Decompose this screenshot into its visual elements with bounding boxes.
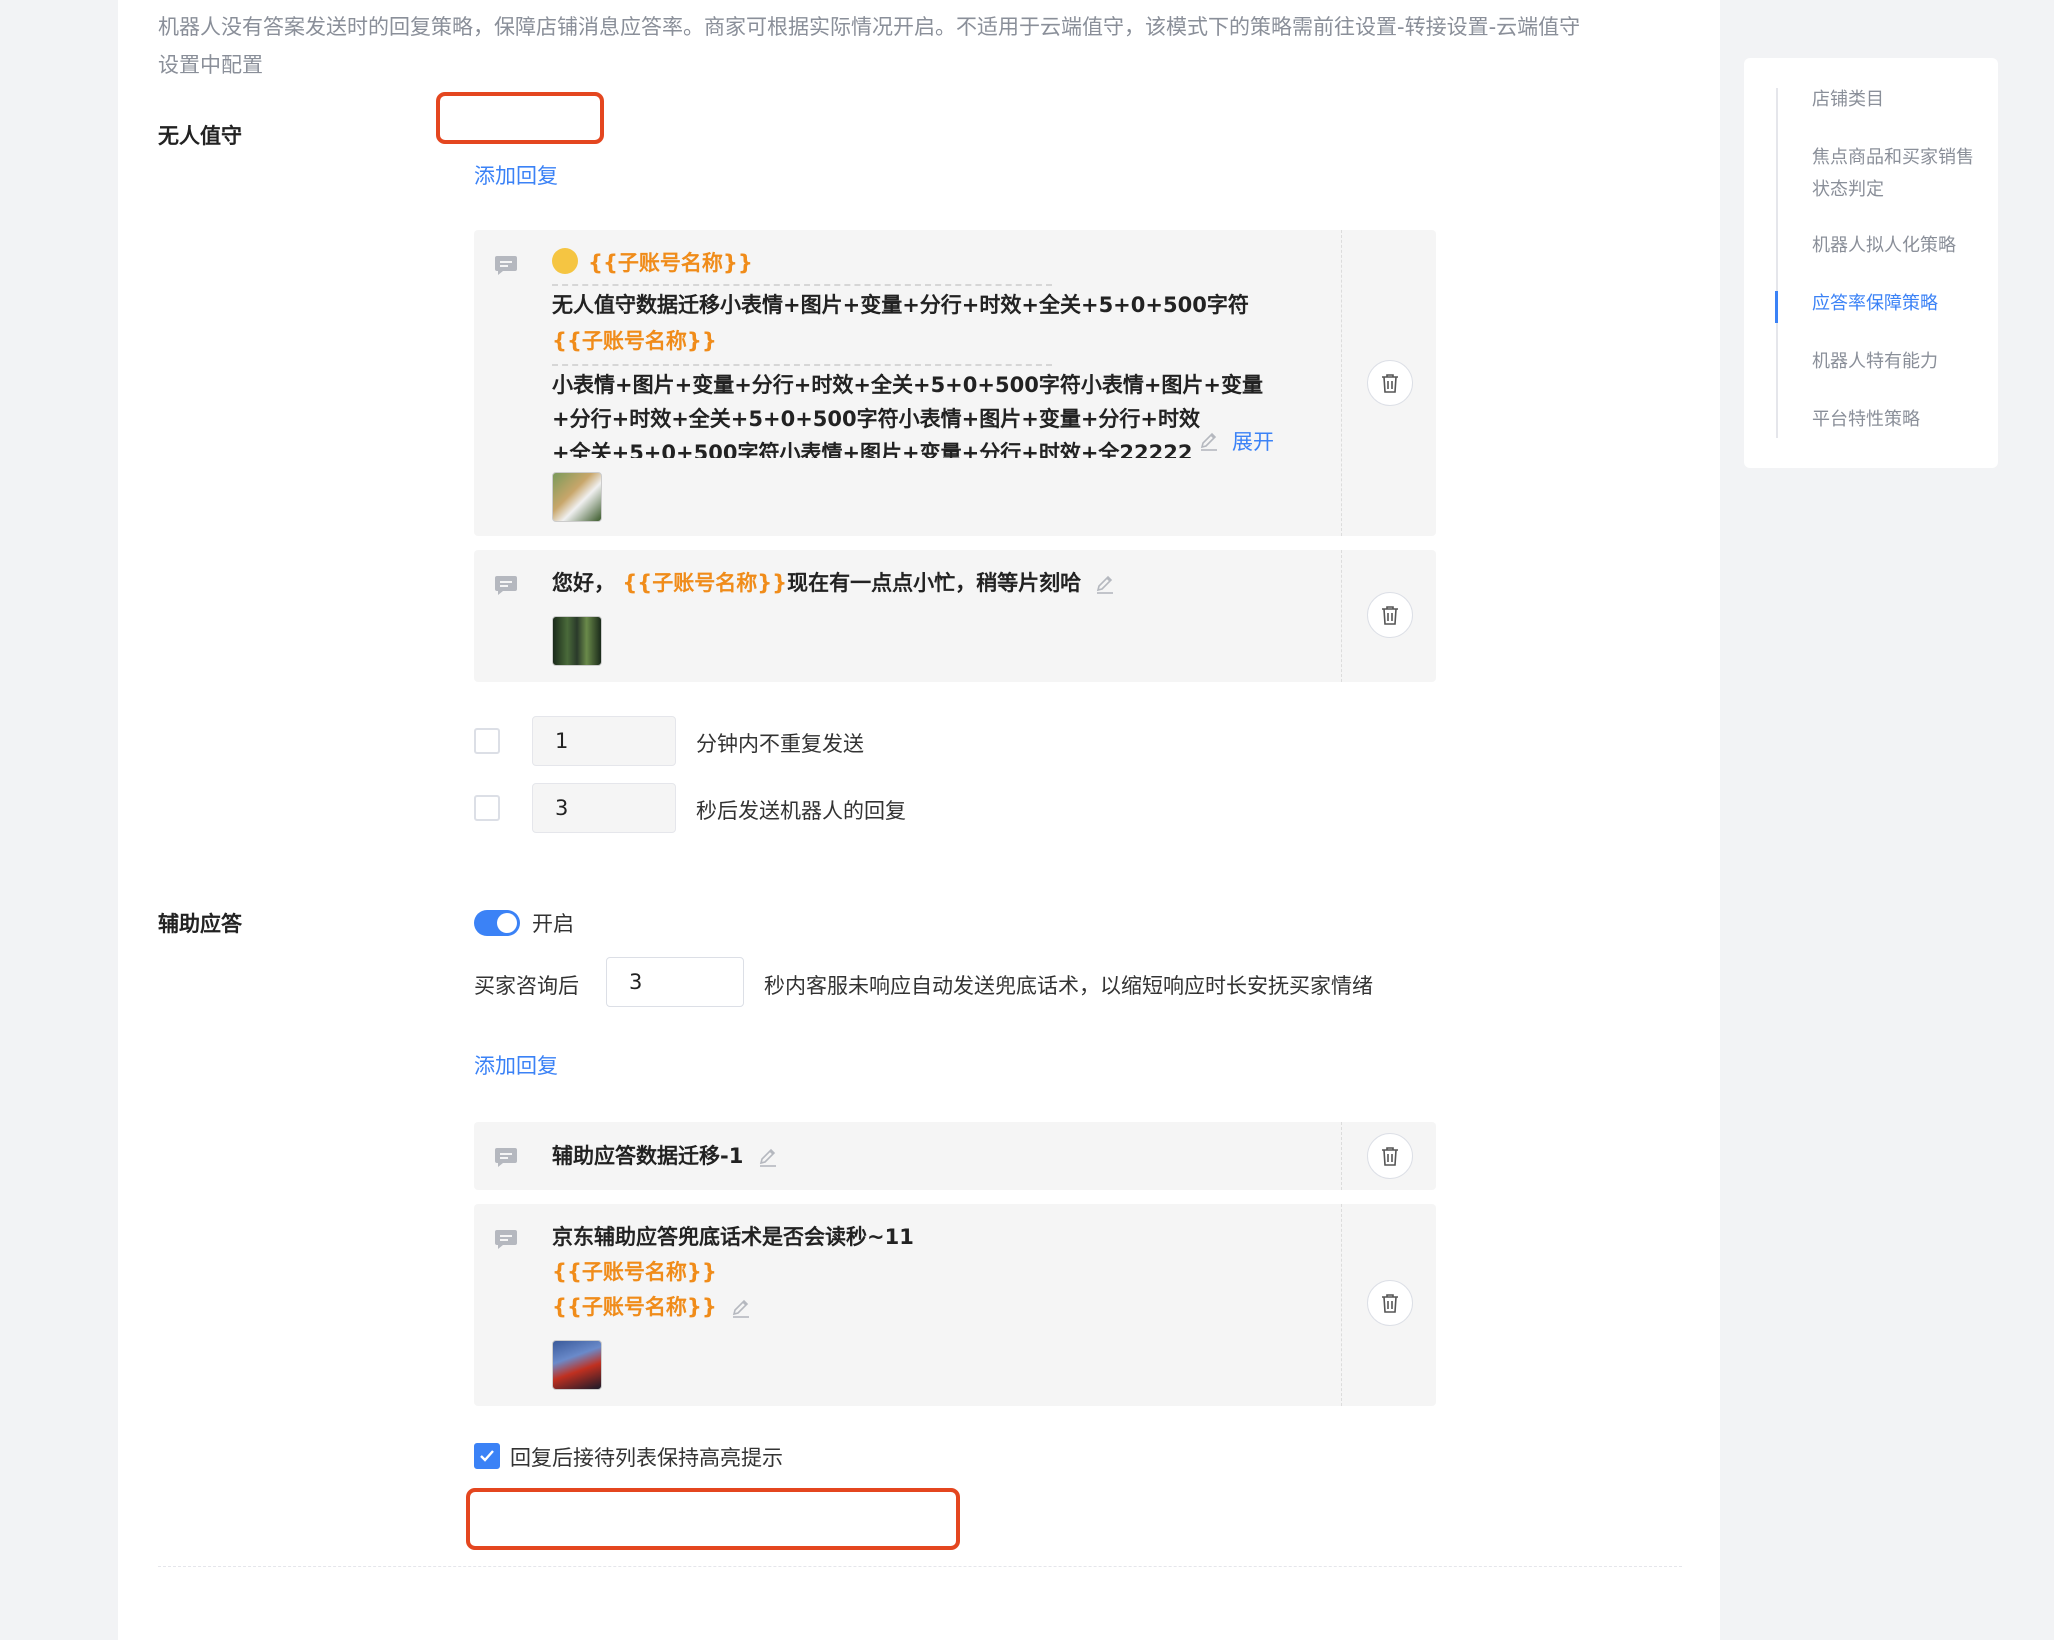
- delete-button[interactable]: [1367, 1280, 1413, 1326]
- delete-button[interactable]: [1367, 592, 1413, 638]
- emoji-icon: [552, 248, 578, 274]
- assist-seconds-input[interactable]: 3: [606, 957, 744, 1007]
- card-line-3: +分行+时效+全关+5+0+500字符小表情+图片+变量+分行+时效: [552, 407, 1201, 431]
- card-line-4: +全关+5+0+500字符小表情+图片+变量+分行+时效+全22222: [552, 441, 1193, 458]
- assist-label: 辅助应答: [158, 912, 242, 936]
- variable-tag: {{子账号名称}}: [552, 1260, 717, 1284]
- card-text: 京东辅助应答兜底话术是否会读秒~11: [552, 1225, 914, 1249]
- reply-image-thumbnail[interactable]: [552, 472, 602, 522]
- unattended-reply-card-2: 您好， {{子账号名称}}现在有一点点小忙，稍等片刻哈: [474, 550, 1436, 682]
- edit-pencil-icon[interactable]: [730, 1297, 752, 1319]
- sidebar-track: [1776, 88, 1778, 438]
- edit-pencil-icon[interactable]: [1198, 430, 1220, 452]
- no-repeat-checkbox[interactable]: [474, 728, 500, 754]
- reply-image-thumbnail[interactable]: [552, 616, 602, 666]
- no-repeat-minutes-input[interactable]: 1: [532, 716, 676, 766]
- assist-toggle[interactable]: [474, 910, 520, 936]
- section-description: 机器人没有答案发送时的回复策略，保障店铺消息应答率。商家可根据实际情况开启。不适…: [158, 8, 1688, 84]
- assist-suffix-label: 秒内客服未响应自动发送兜底话术，以缩短响应时长安抚买家情绪: [764, 974, 1373, 998]
- trash-icon: [1382, 374, 1398, 393]
- assist-add-reply-link[interactable]: 添加回复: [474, 1050, 558, 1080]
- assist-reply-card-2: 京东辅助应答兜底话术是否会读秒~11 {{子账号名称}} {{子账号名称}}: [474, 1204, 1436, 1406]
- trash-icon: [1382, 1147, 1398, 1166]
- card-text: 辅助应答数据迁移-1: [552, 1139, 779, 1173]
- card-line-1: 无人值守数据迁移小表情+图片+变量+分行+时效+全关+5+0+500字符: [552, 293, 1249, 317]
- card-text: 您好， {{子账号名称}}现在有一点点小忙，稍等片刻哈: [552, 566, 1116, 600]
- variable-tag: {{子账号名称}}: [552, 1295, 717, 1319]
- card-line-emoji-var: {{子账号名称}}: [552, 246, 753, 280]
- toggle-knob: [497, 913, 517, 933]
- description-line-2: 设置中配置: [158, 53, 263, 77]
- text-suffix: 现在有一点点小忙，稍等片刻哈: [787, 571, 1082, 595]
- assist-toggle-label: 开启: [532, 912, 574, 936]
- highlight-checkbox[interactable]: [474, 1443, 500, 1469]
- unattended-label: 无人值守: [158, 124, 242, 148]
- sidebar-item-response-rate[interactable]: 应答率保障策略: [1812, 288, 1982, 320]
- section-bottom-divider: [158, 1566, 1682, 1567]
- sidebar-item-shop-category[interactable]: 店铺类目: [1812, 84, 1982, 116]
- delay-seconds-input[interactable]: 3: [532, 783, 676, 833]
- anchor-sidebar: 店铺类目 焦点商品和买家销售状态判定 机器人拟人化策略 应答率保障策略 机器人特…: [1744, 58, 1998, 468]
- card-dash-divider: [552, 364, 1052, 366]
- reply-image-thumbnail[interactable]: [552, 1340, 602, 1390]
- assist-reply-card-1: 辅助应答数据迁移-1: [474, 1122, 1436, 1190]
- message-icon: [495, 576, 517, 595]
- card-divider: [1341, 1122, 1342, 1190]
- sidebar-item-focus-product[interactable]: 焦点商品和买家销售状态判定: [1812, 142, 1982, 206]
- sidebar-item-robot-abilities[interactable]: 机器人特有能力: [1812, 346, 1982, 378]
- delete-button[interactable]: [1367, 1133, 1413, 1179]
- sidebar-item-humanize[interactable]: 机器人拟人化策略: [1812, 230, 1982, 262]
- card-line-4-clip: +全关+5+0+500字符小表情+图片+变量+分行+时效+全22222: [552, 436, 1192, 458]
- variable-tag: {{子账号名称}}: [588, 251, 753, 275]
- annotation-box-top: [436, 92, 604, 144]
- delay-label: 秒后发送机器人的回复: [696, 799, 906, 823]
- message-icon: [495, 256, 517, 275]
- card-divider: [1341, 230, 1342, 536]
- message-icon: [495, 1148, 517, 1167]
- expand-link[interactable]: 展开: [1232, 426, 1274, 456]
- assist-prefix-label: 买家咨询后: [474, 974, 579, 998]
- trash-icon: [1382, 606, 1398, 625]
- card-divider: [1341, 1204, 1342, 1406]
- delete-button[interactable]: [1367, 360, 1413, 406]
- card-line-2: 小表情+图片+变量+分行+时效+全关+5+0+500字符小表情+图片+变量: [552, 373, 1264, 397]
- variable-tag: {{子账号名称}}: [622, 571, 788, 595]
- sidebar-item-platform-features[interactable]: 平台特性策略: [1812, 404, 1982, 436]
- edit-pencil-icon[interactable]: [1094, 573, 1116, 595]
- unattended-add-reply-link[interactable]: 添加回复: [474, 160, 558, 190]
- check-icon: [480, 1450, 494, 1462]
- message-icon: [495, 1230, 517, 1249]
- sidebar-active-indicator: [1775, 291, 1778, 323]
- text-prefix: 您好，: [552, 571, 615, 595]
- card-line-var2: {{子账号名称}}: [552, 1290, 752, 1324]
- card-dash-divider: [552, 284, 1052, 286]
- delay-checkbox[interactable]: [474, 795, 500, 821]
- trash-icon: [1382, 1294, 1398, 1313]
- description-line-1: 机器人没有答案发送时的回复策略，保障店铺消息应答率。商家可根据实际情况开启。不适…: [158, 15, 1581, 39]
- annotation-box-bottom: [466, 1488, 960, 1550]
- card-text-content: 辅助应答数据迁移-1: [552, 1144, 744, 1168]
- unattended-reply-card-1: {{子账号名称}} 无人值守数据迁移小表情+图片+变量+分行+时效+全关+5+0…: [474, 230, 1436, 536]
- no-repeat-label: 分钟内不重复发送: [696, 732, 864, 756]
- variable-tag: {{子账号名称}}: [552, 329, 717, 353]
- edit-pencil-icon[interactable]: [757, 1146, 779, 1168]
- highlight-label: 回复后接待列表保持高亮提示: [510, 1446, 783, 1470]
- card-divider: [1341, 550, 1342, 682]
